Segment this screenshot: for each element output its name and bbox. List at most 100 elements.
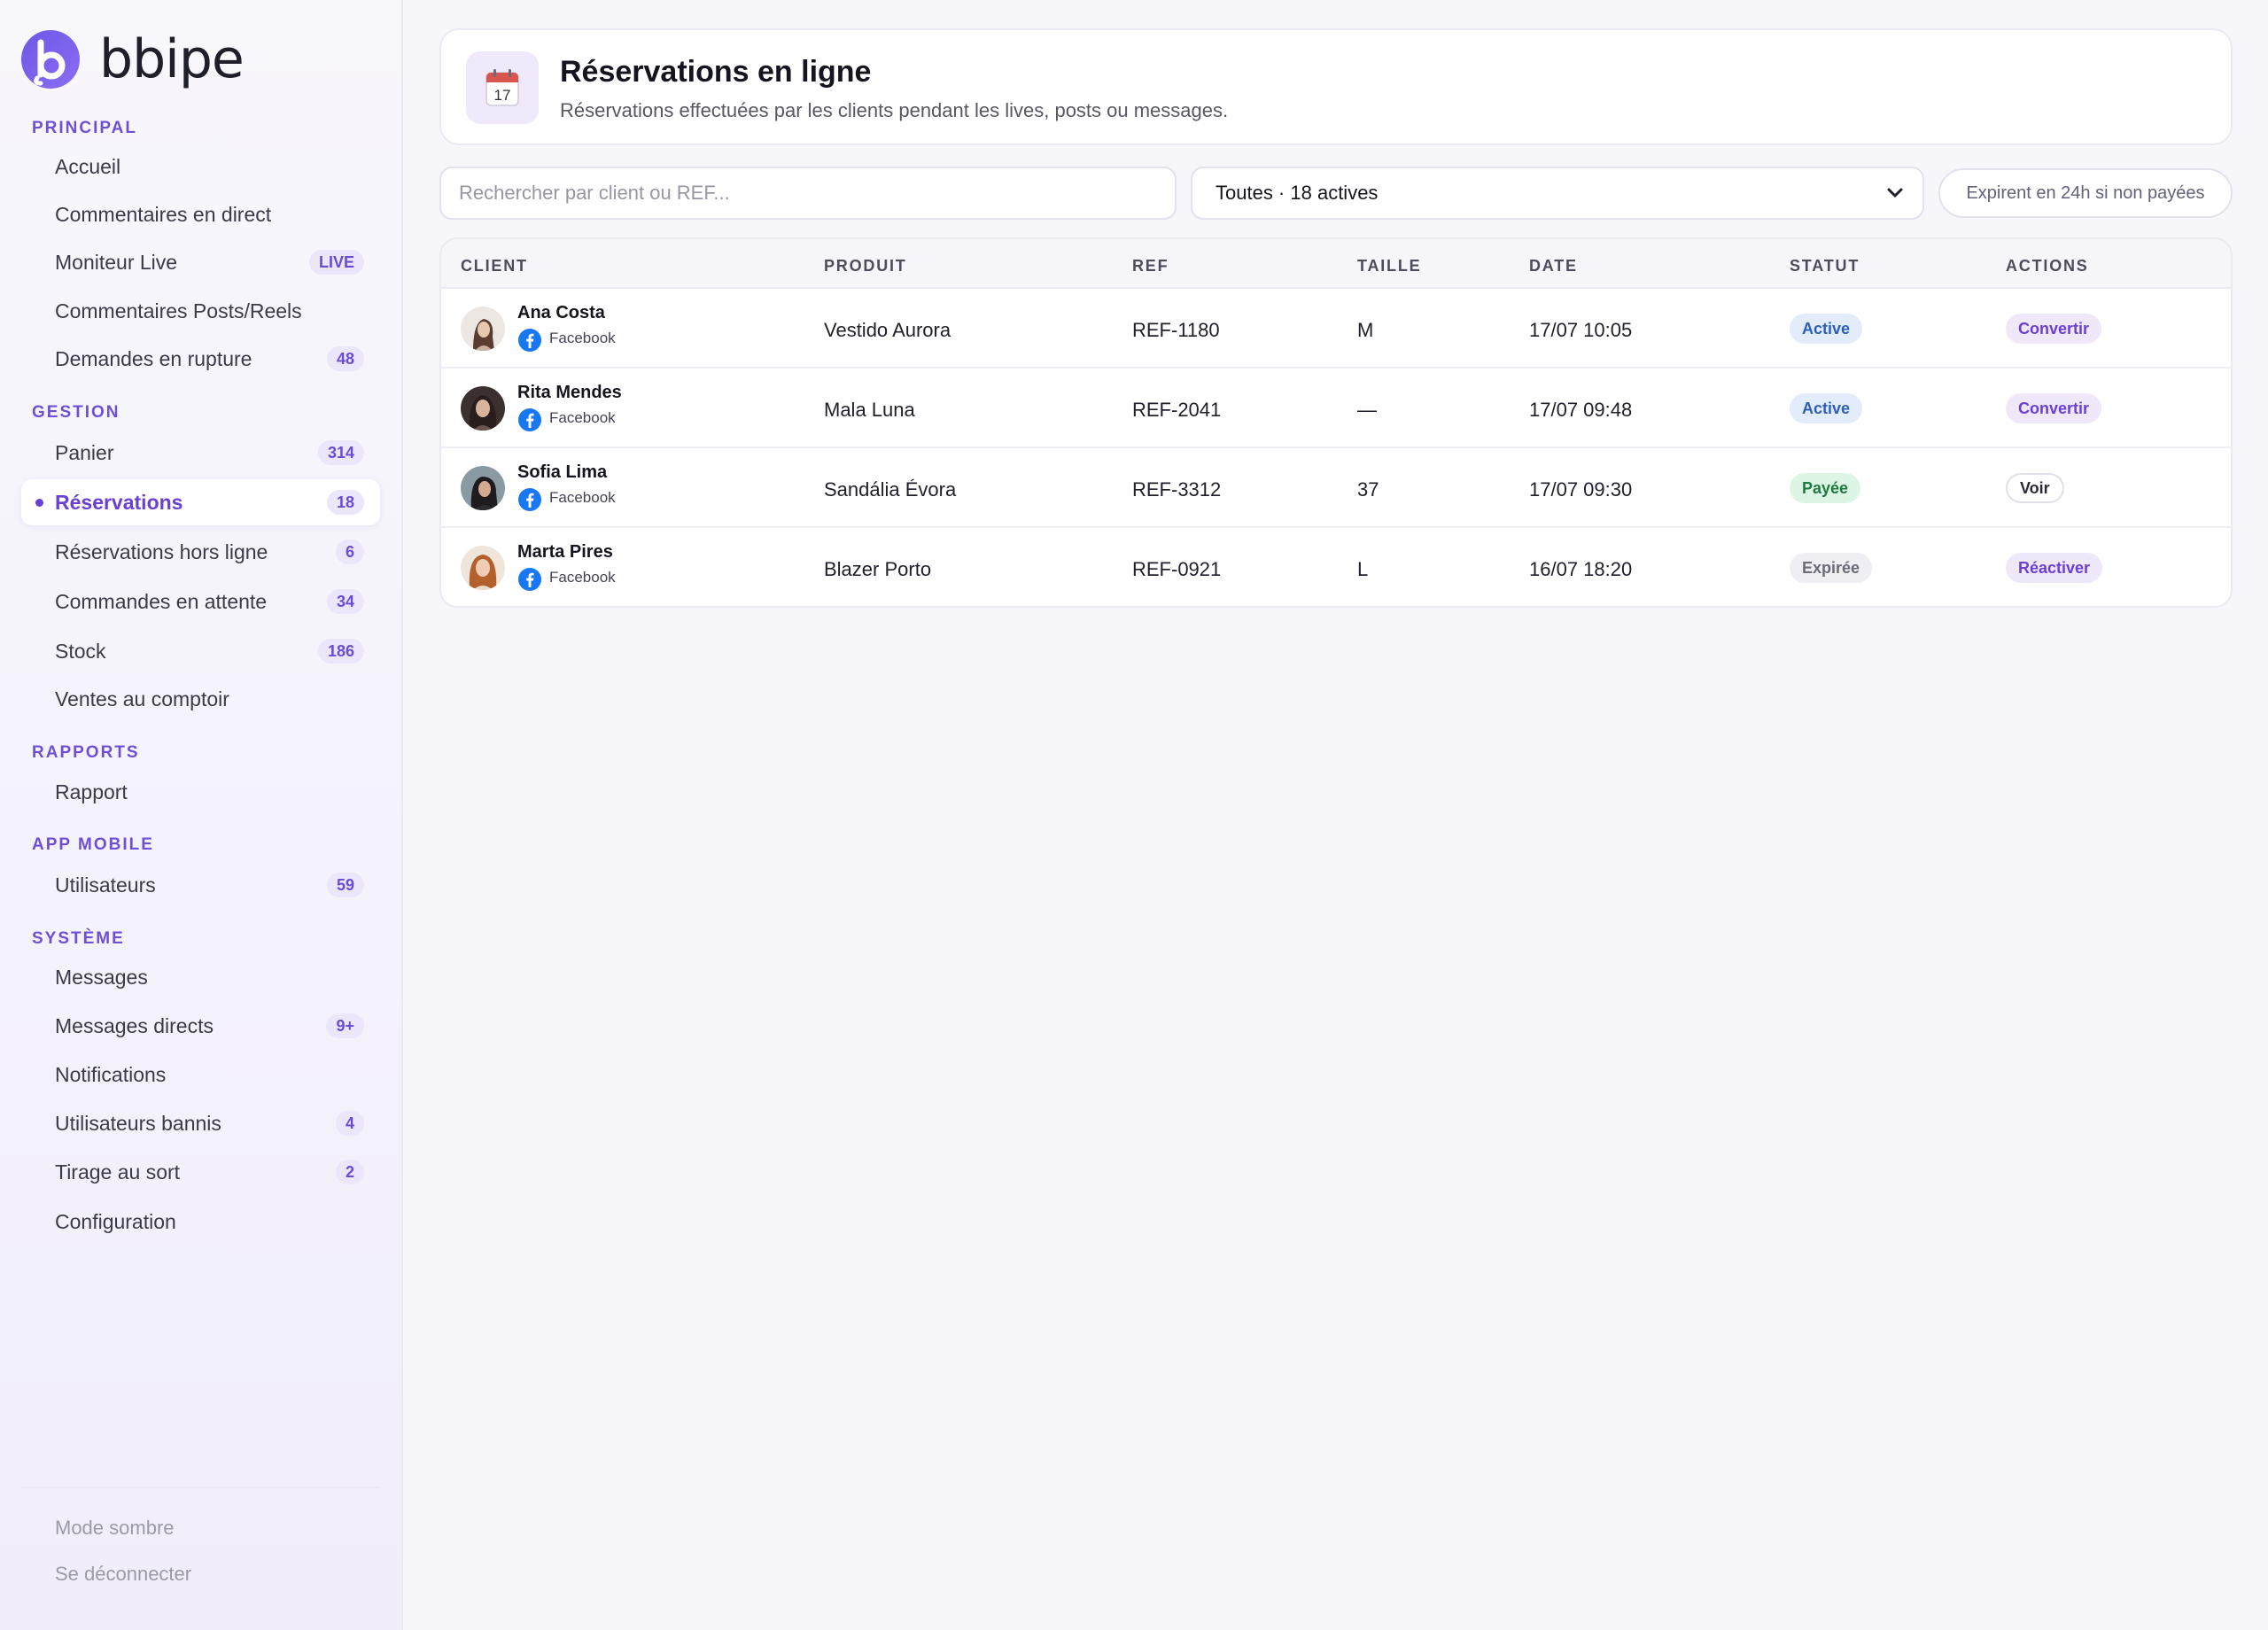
product-name: Vestido Aurora: [824, 319, 951, 341]
sidebar-item-messages[interactable]: Messages: [21, 954, 380, 1000]
sidebar-item-label: Stock: [55, 639, 106, 663]
status-badge: Payée: [1790, 473, 1861, 503]
sidebar-item-notifications[interactable]: Notifications: [21, 1052, 380, 1098]
sidebar-item-configuration[interactable]: Configuration: [21, 1199, 380, 1245]
sidebar-item-ventes-comptoir[interactable]: Ventes au comptoir: [21, 676, 380, 722]
client-source: Facebook: [549, 409, 616, 426]
logo-icon: [21, 30, 80, 89]
sidebar-item-label: Commentaires en direct: [55, 202, 272, 226]
client-source: Facebook: [549, 330, 616, 346]
page-title: Réservations en ligne: [560, 55, 872, 89]
sidebar-item-utilisateurs-bannis[interactable]: Utilisateurs bannis 4: [21, 1100, 380, 1146]
view-button[interactable]: Voir: [2006, 473, 2064, 503]
table-row[interactable]: Sofia Lima Facebook Sandália Évora REF-3…: [441, 448, 2231, 528]
sidebar-item-label: Réservations hors ligne: [55, 539, 268, 563]
facebook-icon: [518, 408, 541, 431]
section-title-app-mobile: APP MOBILE: [32, 835, 154, 854]
calendar-day: 17: [494, 87, 511, 104]
section-title-gestion: GESTION: [32, 403, 120, 422]
count-badge: 48: [326, 346, 364, 371]
client-name[interactable]: Marta Pires: [517, 542, 613, 563]
column-header-ref: REF: [1132, 257, 1169, 275]
sidebar-item-moniteur-live[interactable]: Moniteur Live LIVE: [21, 239, 380, 285]
sidebar-item-stock[interactable]: Stock 186: [21, 628, 380, 674]
page-header: 17 Réservations en ligne Réservations ef…: [439, 28, 2233, 145]
table-row[interactable]: Marta Pires Facebook Blazer Porto REF-09…: [441, 528, 2231, 606]
product-name: Mala Luna: [824, 399, 915, 421]
date: 16/07 18:20: [1529, 558, 1633, 580]
client-source: Facebook: [549, 489, 616, 506]
sidebar-item-label: Commentaires Posts/Reels: [55, 299, 302, 322]
calendar-icon: 17: [466, 51, 539, 124]
sidebar-item-messages-directs[interactable]: Messages directs 9+: [21, 1003, 380, 1049]
sidebar: bbipe PRINCIPAL Accueil Commentaires en …: [0, 0, 403, 1630]
sidebar-item-reservations[interactable]: Réservations 18: [21, 479, 380, 525]
convert-button[interactable]: Convertir: [2006, 393, 2102, 423]
size: 37: [1357, 478, 1379, 501]
sidebar-item-label: Demandes en rupture: [55, 346, 252, 370]
date: 17/07 09:30: [1529, 478, 1633, 501]
client-name[interactable]: Sofia Lima: [517, 462, 607, 483]
table-row[interactable]: Rita Mendes Facebook Mala Luna REF-2041 …: [441, 369, 2231, 448]
chevron-down-icon: [1887, 188, 1903, 198]
section-title-rapports: RAPPORTS: [32, 743, 140, 762]
avatar: [461, 307, 505, 351]
sidebar-item-commentaires-direct[interactable]: Commentaires en direct: [21, 191, 380, 237]
sidebar-item-accueil[interactable]: Accueil: [21, 144, 380, 190]
sidebar-item-commandes-attente[interactable]: Commandes en attente 34: [21, 578, 380, 625]
sidebar-item-rapport[interactable]: Rapport: [21, 769, 380, 815]
column-header-client: CLIENT: [461, 257, 528, 275]
search-input[interactable]: [439, 167, 1177, 220]
section-title-systeme: SYSTÈME: [32, 929, 125, 948]
table-header: CLIENT PRODUIT REF TAILLE DATE STATUT AC…: [441, 239, 2231, 289]
logout-button[interactable]: Se déconnecter: [55, 1563, 191, 1586]
reference: REF-3312: [1132, 478, 1222, 501]
status-badge: Active: [1790, 314, 1863, 344]
sidebar-item-demandes-rupture[interactable]: Demandes en rupture 48: [21, 336, 380, 382]
count-badge: 6: [335, 539, 364, 564]
status-badge: Expirée: [1790, 553, 1873, 583]
section-title-principal: PRINCIPAL: [32, 119, 137, 137]
client-name[interactable]: Ana Costa: [517, 303, 605, 323]
date: 17/07 09:48: [1529, 399, 1633, 421]
column-header-date: DATE: [1529, 257, 1578, 275]
sidebar-item-label: Commandes en attente: [55, 589, 268, 613]
reactivate-button[interactable]: Réactiver: [2006, 553, 2103, 583]
sidebar-item-commentaires-posts[interactable]: Commentaires Posts/Reels: [21, 288, 380, 334]
sidebar-item-label: Tirage au sort: [55, 1160, 181, 1184]
reference: REF-0921: [1132, 558, 1222, 580]
sidebar-item-label: Utilisateurs: [55, 873, 156, 896]
sidebar-divider: [21, 1486, 380, 1488]
client-name[interactable]: Rita Mendes: [517, 383, 622, 403]
convert-button[interactable]: Convertir: [2006, 314, 2102, 344]
count-badge: 314: [317, 440, 364, 465]
sidebar-item-label: Utilisateurs bannis: [55, 1111, 221, 1135]
dark-mode-toggle[interactable]: Mode sombre: [55, 1517, 175, 1540]
active-dot-icon: [35, 499, 43, 507]
filter-selected-value: Toutes · 18 actives: [1216, 182, 1379, 204]
reference: REF-1180: [1132, 319, 1220, 341]
reference: REF-2041: [1132, 399, 1222, 421]
sidebar-item-label: Messages directs: [55, 1013, 214, 1037]
sidebar-item-utilisateurs[interactable]: Utilisateurs 59: [21, 862, 380, 908]
page-subtitle: Réservations effectuées par les clients …: [560, 99, 1229, 121]
size: L: [1357, 558, 1369, 580]
table-row[interactable]: Ana Costa Facebook Vestido Aurora REF-11…: [441, 289, 2231, 369]
size: —: [1357, 399, 1377, 421]
reservations-table: CLIENT PRODUIT REF TAILLE DATE STATUT AC…: [439, 237, 2233, 608]
brand-logo[interactable]: bbipe: [21, 30, 245, 89]
sidebar-item-panier[interactable]: Panier 314: [21, 430, 380, 476]
status-filter-select[interactable]: Toutes · 18 actives: [1191, 167, 1924, 220]
sidebar-item-reservations-hors-ligne[interactable]: Réservations hors ligne 6: [21, 529, 380, 575]
size: M: [1357, 319, 1374, 341]
product-name: Blazer Porto: [824, 558, 932, 580]
sidebar-item-label: Notifications: [55, 1062, 167, 1086]
client-source: Facebook: [549, 569, 616, 586]
facebook-icon: [518, 488, 541, 511]
count-badge: 59: [326, 873, 364, 897]
column-header-statut: STATUT: [1790, 257, 1860, 275]
count-badge: 34: [326, 589, 364, 614]
sidebar-item-label: Réservations: [55, 490, 183, 514]
sidebar-item-tirage-au-sort[interactable]: Tirage au sort 2: [21, 1149, 380, 1195]
count-badge: 2: [335, 1160, 364, 1184]
